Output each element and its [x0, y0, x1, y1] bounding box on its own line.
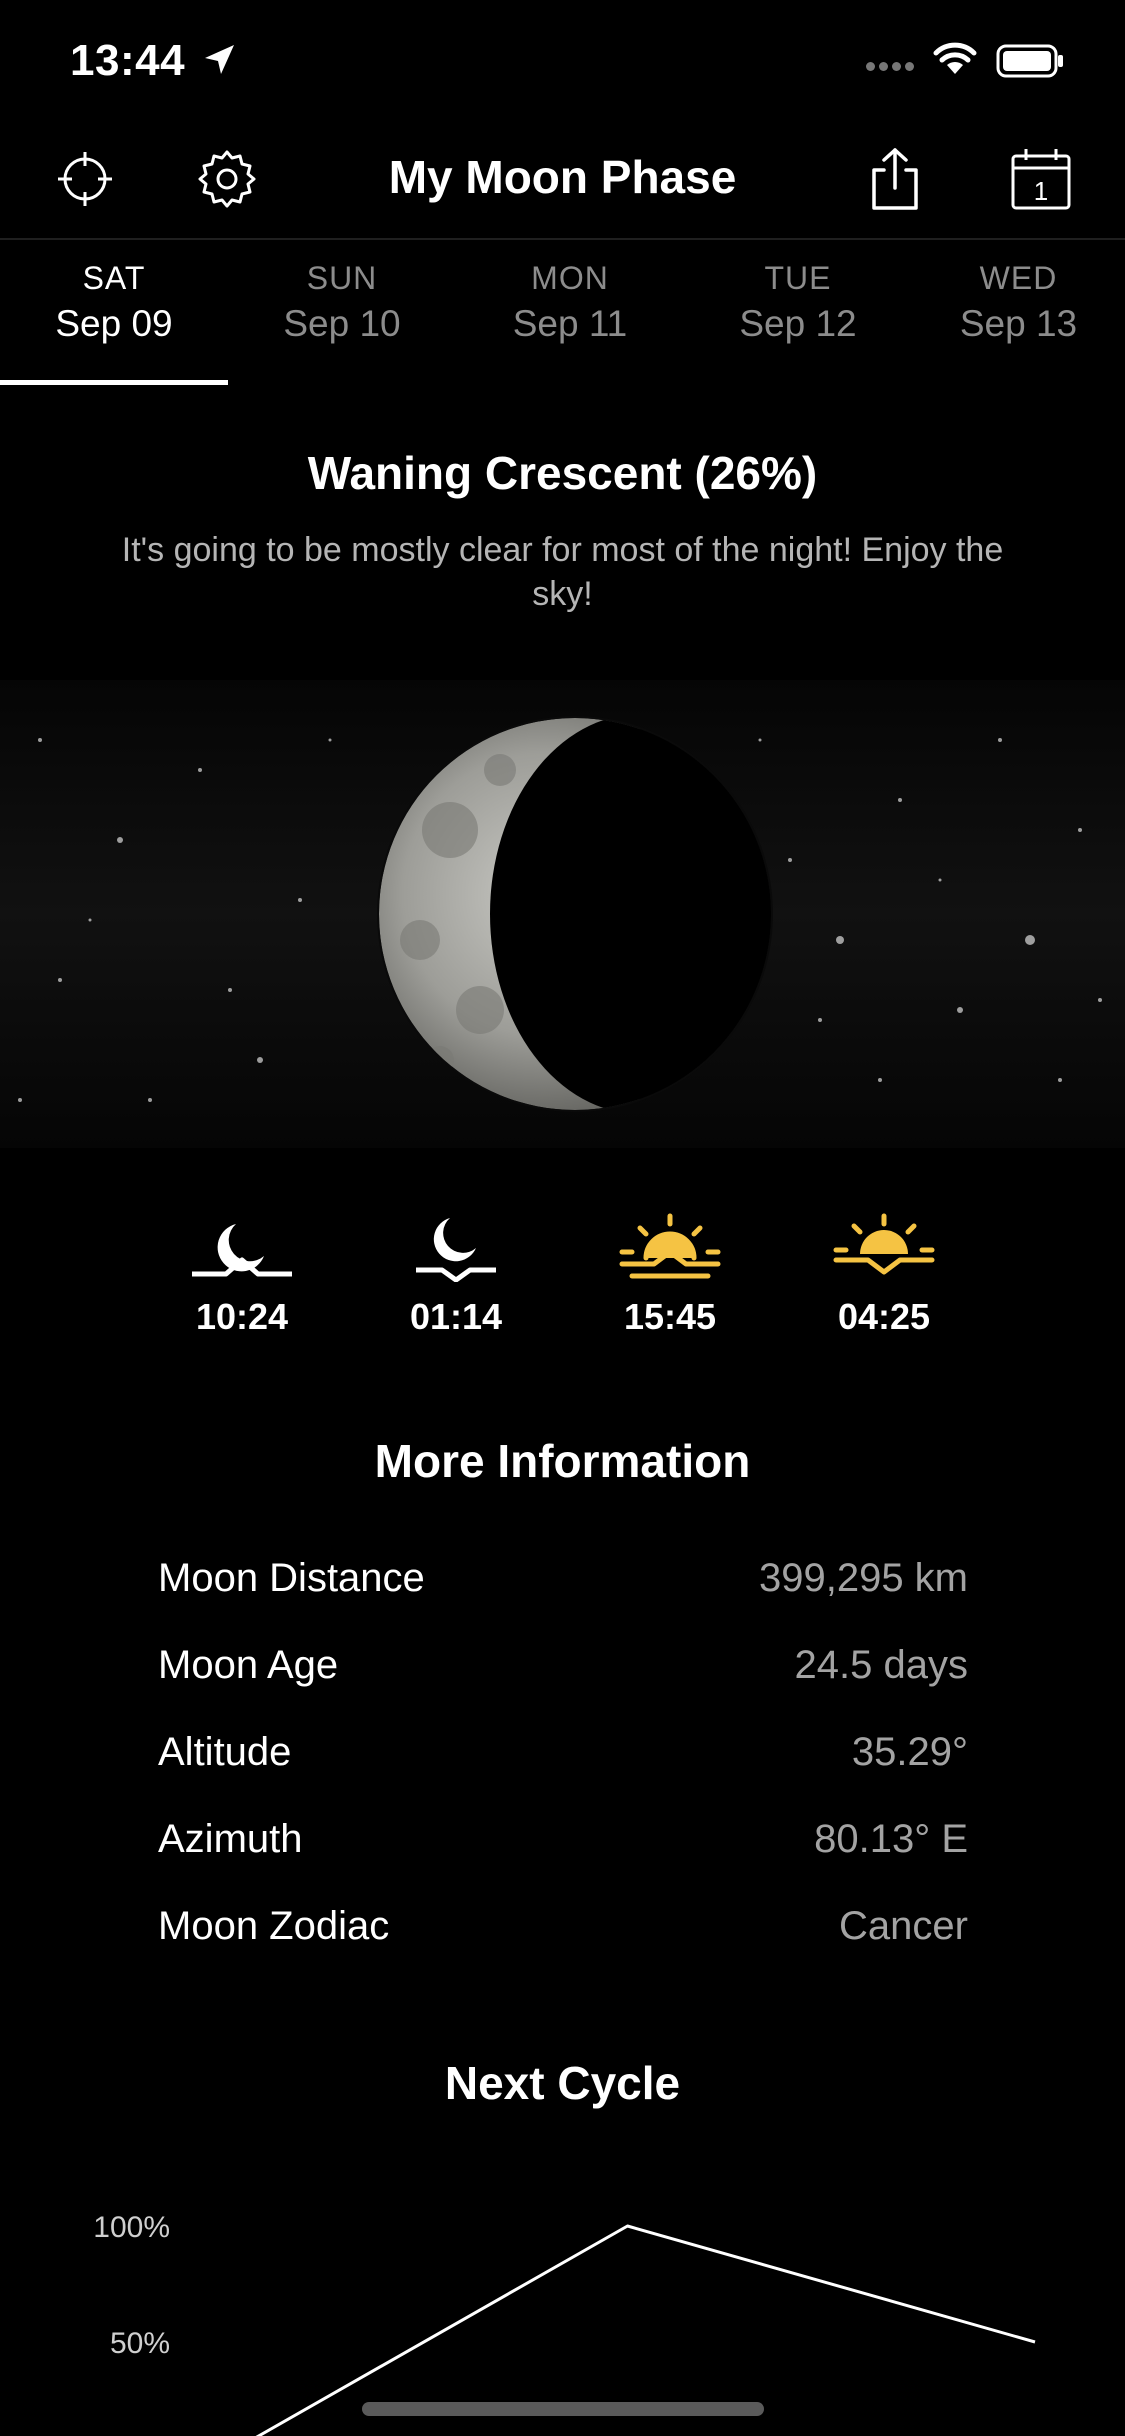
- tab-day-5[interactable]: WED Sep 13: [912, 260, 1125, 345]
- wifi-icon: [933, 42, 977, 74]
- sunset-item: 04:25: [814, 1212, 954, 1338]
- info-value: 35.29°: [851, 1730, 968, 1774]
- battery-icon: [996, 44, 1063, 78]
- tab-day-of-week: TUE: [764, 260, 832, 296]
- sunset-time: 04:25: [837, 1296, 931, 1337]
- active-tab-indicator: [0, 380, 228, 385]
- info-label: Altitude: [158, 1730, 292, 1774]
- home-indicator[interactable]: [362, 2402, 764, 2416]
- tab-day-2[interactable]: SUN Sep 10: [228, 260, 456, 345]
- info-row-age: Moon Age 24.5 days: [158, 1643, 968, 1703]
- info-value: 399,295 km: [758, 1556, 968, 1600]
- more-information-heading: More Information: [374, 1435, 751, 1487]
- status-time: 13:44: [70, 36, 186, 85]
- info-label: Moon Zodiac: [158, 1904, 390, 1948]
- moon-phase-title: Waning Crescent (26%): [307, 447, 818, 499]
- next-cycle-chart: 100% 50%: [93, 2211, 1036, 2436]
- moonrise-item: 10:24: [172, 1212, 312, 1338]
- tab-day-of-week: MON: [531, 260, 609, 296]
- sunrise-time: 15:45: [623, 1296, 717, 1337]
- info-label: Moon Distance: [158, 1556, 425, 1600]
- tab-day-of-week: SAT: [82, 260, 146, 296]
- moonset-icon: [416, 1218, 496, 1282]
- info-row-distance: Moon Distance 399,295 km: [158, 1556, 968, 1616]
- sunrise-item: 15:45: [600, 1212, 740, 1338]
- header-divider: [0, 238, 1125, 240]
- info-row-altitude: Altitude 35.29°: [158, 1730, 968, 1790]
- tab-day-of-week: SUN: [306, 260, 378, 296]
- next-cycle-heading: Next Cycle: [444, 2057, 681, 2109]
- info-row-zodiac: Moon Zodiac Cancer: [158, 1904, 968, 1964]
- info-value: 24.5 days: [794, 1643, 968, 1687]
- moonset-item: 01:14: [386, 1212, 526, 1338]
- info-label: Azimuth: [158, 1817, 303, 1861]
- tab-day-4[interactable]: TUE Sep 12: [684, 260, 912, 345]
- cellular-signal-icon: [866, 58, 918, 76]
- tab-date: Sep 13: [959, 303, 1078, 344]
- tab-date: Sep 09: [55, 303, 173, 344]
- moonset-time: 01:14: [409, 1296, 503, 1337]
- y-tick-label-100: 100%: [93, 2211, 170, 2244]
- tab-date: Sep 10: [283, 303, 401, 344]
- info-row-azimuth: Azimuth 80.13° E: [158, 1817, 968, 1877]
- svg-text:1: 1: [1034, 176, 1048, 206]
- moon-phase-image: [0, 680, 1125, 1148]
- info-label: Moon Age: [158, 1643, 339, 1687]
- weather-description: It's going to be mostly clear for most o…: [121, 531, 1004, 614]
- share-icon[interactable]: [862, 146, 928, 212]
- moonrise-icon: [192, 1224, 292, 1277]
- location-arrow-icon: [205, 45, 234, 74]
- sunset-icon: [833, 1213, 935, 1275]
- tab-day-1[interactable]: SAT Sep 09: [0, 260, 228, 345]
- app-title: My Moon Phase: [388, 151, 737, 203]
- tab-day-of-week: WED: [979, 260, 1058, 296]
- tab-date: Sep 12: [739, 303, 857, 344]
- info-value: 80.13° E: [814, 1817, 968, 1861]
- info-value: Cancer: [839, 1904, 968, 1948]
- tab-date: Sep 11: [512, 303, 628, 344]
- calendar-icon[interactable]: 1: [1008, 146, 1074, 212]
- tab-day-3[interactable]: MON Sep 11: [456, 260, 684, 345]
- y-tick-label-50: 50%: [110, 2327, 170, 2360]
- sunrise-icon: [619, 1213, 721, 1279]
- moonrise-time: 10:24: [195, 1296, 289, 1337]
